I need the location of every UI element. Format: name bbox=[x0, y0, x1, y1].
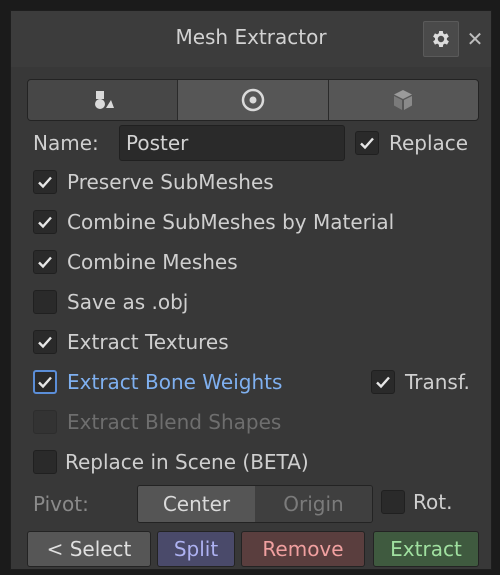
save-obj-label: Save as .obj bbox=[67, 290, 189, 314]
mode-toolbar bbox=[27, 79, 479, 121]
save-obj-checkbox[interactable] bbox=[33, 290, 57, 314]
option-preserve-submeshes[interactable]: Preserve SubMeshes bbox=[33, 165, 274, 199]
option-save-obj[interactable]: Save as .obj bbox=[33, 285, 188, 319]
action-bar: < Select Split Remove Extract bbox=[27, 531, 479, 567]
transf-label: Transf. bbox=[405, 370, 470, 394]
close-icon[interactable]: ✕ bbox=[463, 21, 487, 57]
combine-meshes-label: Combine Meshes bbox=[67, 250, 238, 274]
shapes-icon[interactable] bbox=[28, 80, 179, 120]
preserve-submeshes-checkbox[interactable] bbox=[33, 170, 57, 194]
option-combine-meshes[interactable]: Combine Meshes bbox=[33, 245, 238, 279]
cube-icon[interactable] bbox=[328, 80, 478, 120]
replace-in-scene-label: Replace in Scene (BETA) bbox=[65, 450, 309, 474]
combine-meshes-checkbox[interactable] bbox=[33, 250, 57, 274]
transf-checkbox[interactable] bbox=[371, 370, 395, 394]
extract-blend-shapes-checkbox bbox=[33, 410, 57, 434]
option-transf[interactable]: Transf. bbox=[371, 365, 470, 399]
name-label: Name: bbox=[33, 131, 99, 155]
rot-label: Rot. bbox=[413, 490, 453, 514]
remove-button[interactable]: Remove bbox=[241, 531, 365, 567]
pivot-center-button[interactable]: Center bbox=[138, 486, 255, 522]
extract-bone-weights-label: Extract Bone Weights bbox=[67, 370, 283, 394]
rot-toggle[interactable]: Rot. bbox=[381, 485, 452, 519]
split-button[interactable]: Split bbox=[157, 531, 235, 567]
extract-bone-weights-checkbox[interactable] bbox=[33, 370, 57, 394]
option-combine-submeshes[interactable]: Combine SubMeshes by Material bbox=[33, 205, 394, 239]
select-button[interactable]: < Select bbox=[27, 531, 151, 567]
pivot-selector: Center Origin bbox=[137, 485, 373, 523]
extract-button[interactable]: Extract bbox=[373, 531, 479, 567]
extract-textures-label: Extract Textures bbox=[67, 330, 229, 354]
replace-in-scene-checkbox[interactable] bbox=[33, 450, 57, 474]
option-extract-bone-weights[interactable]: Extract Bone Weights bbox=[33, 365, 282, 399]
mesh-extractor-window: Mesh Extractor ✕ Name: Poster Replace Pr… bbox=[10, 10, 492, 570]
pivot-row: Pivot: bbox=[33, 487, 89, 521]
combine-submeshes-label: Combine SubMeshes by Material bbox=[67, 210, 395, 234]
option-extract-blend-shapes: Extract Blend Shapes bbox=[33, 405, 281, 439]
pivot-origin-button[interactable]: Origin bbox=[255, 486, 372, 522]
pivot-label: Pivot: bbox=[33, 492, 89, 516]
combine-submeshes-checkbox[interactable] bbox=[33, 210, 57, 234]
preserve-submeshes-label: Preserve SubMeshes bbox=[67, 170, 274, 194]
replace-checkbox[interactable] bbox=[355, 131, 379, 155]
window-title: Mesh Extractor bbox=[175, 25, 327, 49]
replace-label: Replace bbox=[389, 131, 469, 155]
target-icon[interactable] bbox=[178, 80, 329, 120]
extract-blend-shapes-label: Extract Blend Shapes bbox=[67, 410, 282, 434]
extract-textures-checkbox[interactable] bbox=[33, 330, 57, 354]
option-extract-textures[interactable]: Extract Textures bbox=[33, 325, 229, 359]
name-input[interactable] bbox=[119, 125, 345, 161]
gear-icon[interactable] bbox=[423, 21, 459, 57]
titlebar: Mesh Extractor ✕ bbox=[11, 11, 491, 67]
replace-toggle[interactable]: Replace bbox=[355, 126, 468, 160]
name-row: Name: bbox=[33, 126, 99, 160]
option-replace-in-scene[interactable]: Replace in Scene (BETA) bbox=[33, 445, 309, 479]
rot-checkbox[interactable] bbox=[381, 490, 405, 514]
